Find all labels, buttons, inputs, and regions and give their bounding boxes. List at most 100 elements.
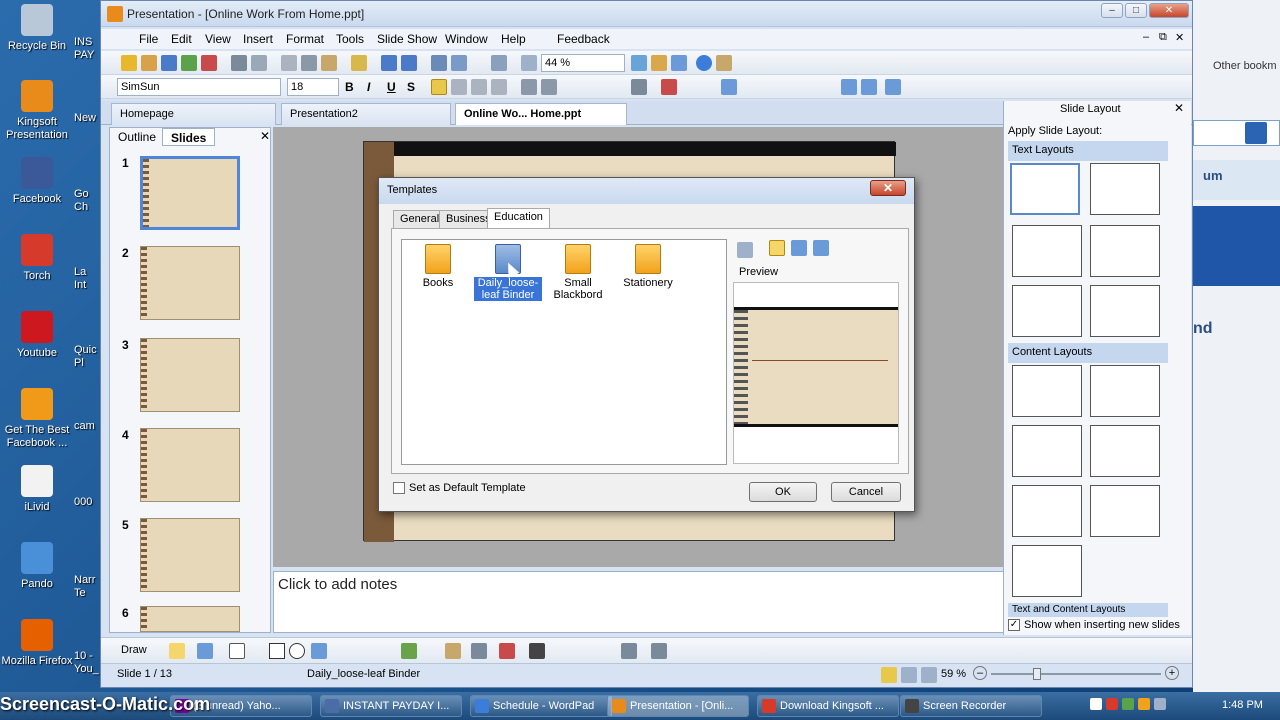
open-icon[interactable] xyxy=(141,55,157,71)
cut-icon[interactable] xyxy=(301,55,317,71)
new-slide-icon[interactable] xyxy=(841,79,857,95)
desktop-icon-partial[interactable]: New xyxy=(74,112,100,125)
align-center-icon[interactable] xyxy=(451,79,467,95)
menu-file[interactable]: File xyxy=(139,32,158,46)
table-icon[interactable] xyxy=(451,55,467,71)
rectangle-icon[interactable] xyxy=(269,643,285,659)
undo-icon[interactable] xyxy=(381,55,397,71)
taskbar-item[interactable]: Schedule - WordPad xyxy=(470,695,612,717)
desktop-icon[interactable]: Recycle Bin xyxy=(0,4,74,53)
slide-thumbnail-4[interactable] xyxy=(140,428,240,502)
font-color-icon[interactable] xyxy=(661,79,677,95)
tab-presentation2[interactable]: Presentation2 xyxy=(281,103,451,125)
underline-button[interactable]: U xyxy=(387,80,396,94)
title-bar[interactable]: Presentation - [Online Work From Home.pp… xyxy=(101,1,1192,27)
layout-title-two-content[interactable] xyxy=(1090,485,1160,537)
tab-homepage[interactable]: Homepage xyxy=(111,103,276,125)
tab-outline[interactable]: Outline xyxy=(110,128,164,146)
desktop-icon[interactable]: Facebook xyxy=(0,157,74,206)
list-view-icon[interactable] xyxy=(791,240,807,256)
slide-design-icon[interactable] xyxy=(885,79,901,95)
section-text-content-layouts[interactable]: Text and Content Layouts xyxy=(1008,603,1168,617)
picture-icon[interactable] xyxy=(401,643,417,659)
textbox-icon[interactable] xyxy=(311,643,327,659)
shadow-style-icon[interactable] xyxy=(621,643,637,659)
layout-title-slide[interactable] xyxy=(1010,163,1080,215)
line-icon[interactable] xyxy=(229,643,245,659)
doc-minimize-button[interactable]: – xyxy=(1143,31,1149,43)
print-icon[interactable] xyxy=(231,55,247,71)
layout-content[interactable] xyxy=(1090,365,1160,417)
3d-style-icon[interactable] xyxy=(651,643,667,659)
desktop-icon-partial[interactable]: 10 - You_ xyxy=(74,650,100,676)
layout-four-content[interactable] xyxy=(1012,485,1082,537)
zoom-in-button[interactable]: + xyxy=(1165,666,1179,680)
slide-thumbnail-5[interactable] xyxy=(140,518,240,592)
desktop-icon-partial[interactable]: Go Ch xyxy=(74,188,100,214)
redo-icon[interactable] xyxy=(401,55,417,71)
tray-icon[interactable] xyxy=(1122,698,1134,710)
taskbar-item[interactable]: Screen Recorder xyxy=(900,695,1042,717)
desktop-icon[interactable]: Get The Best Facebook ... xyxy=(0,388,74,450)
copy-icon[interactable] xyxy=(281,55,297,71)
paste-icon[interactable] xyxy=(321,55,337,71)
default-template-checkbox[interactable] xyxy=(393,482,405,494)
taskbar-item[interactable]: Presentation - [Onli... xyxy=(607,695,749,717)
volume-icon[interactable] xyxy=(1154,698,1166,710)
slide-layout-icon[interactable] xyxy=(861,79,877,95)
menu-feedback[interactable]: Feedback xyxy=(557,32,610,46)
doc-close-button[interactable]: ✕ xyxy=(1175,31,1184,44)
layout-two-content[interactable] xyxy=(1090,425,1160,477)
section-text-layouts[interactable]: Text Layouts xyxy=(1008,141,1168,161)
home-icon[interactable] xyxy=(651,55,667,71)
zoom-slider[interactable] xyxy=(991,673,1161,675)
clock[interactable]: 1:48 PM xyxy=(1222,699,1263,711)
zoom-out-button[interactable]: – xyxy=(973,666,987,680)
layout-title-content[interactable] xyxy=(1012,425,1082,477)
menu-insert[interactable]: Insert xyxy=(243,32,273,46)
tray-icon[interactable] xyxy=(1090,698,1102,710)
font-grow-icon[interactable] xyxy=(631,79,647,95)
desktop-icon[interactable]: Torch xyxy=(0,234,74,283)
notes-pane[interactable]: Click to add notes xyxy=(273,571,1093,633)
taskbar-item[interactable]: Download Kingsoft ... xyxy=(757,695,899,717)
menu-slide-show[interactable]: Slide Show xyxy=(377,32,437,46)
tab-slides[interactable]: Slides xyxy=(162,128,216,146)
template-stationery[interactable]: Stationery xyxy=(614,244,682,289)
section-content-layouts[interactable]: Content Layouts xyxy=(1008,343,1168,363)
line-color-icon[interactable] xyxy=(471,643,487,659)
dialog-title-bar[interactable]: Templates ✕ xyxy=(379,178,914,204)
tab-education[interactable]: Education xyxy=(487,208,550,229)
pane-close-icon[interactable]: ✕ xyxy=(260,129,270,143)
desktop-icon-partial[interactable]: INS PAY xyxy=(74,36,100,62)
menu-help[interactable]: Help xyxy=(501,32,526,46)
menu-edit[interactable]: Edit xyxy=(171,32,192,46)
layout-six-content[interactable] xyxy=(1012,545,1082,597)
ellipse-icon[interactable] xyxy=(289,643,305,659)
menu-tools[interactable]: Tools xyxy=(336,32,364,46)
layout-title-only[interactable] xyxy=(1090,163,1160,215)
export-icon[interactable] xyxy=(181,55,197,71)
template-books[interactable]: Books xyxy=(404,244,472,289)
details-view-icon[interactable] xyxy=(813,240,829,256)
bold-button[interactable]: B xyxy=(345,80,354,94)
zoom-select[interactable]: 44 % xyxy=(541,54,625,72)
layout-blank[interactable] xyxy=(1012,365,1082,417)
print-preview-icon[interactable] xyxy=(251,55,267,71)
align-left-icon[interactable] xyxy=(431,79,447,95)
autoshape-icon[interactable] xyxy=(197,643,213,659)
maximize-button[interactable]: □ xyxy=(1125,3,1147,18)
desktop-icon-partial[interactable]: 000 xyxy=(74,496,100,509)
taskbar-item[interactable]: INSTANT PAYDAY I... xyxy=(320,695,462,717)
line-style-icon[interactable] xyxy=(529,643,545,659)
slide-thumbnail-6[interactable] xyxy=(140,606,240,632)
menu-window[interactable]: Window xyxy=(445,32,488,46)
numbering-icon[interactable] xyxy=(521,79,537,95)
shadow-button[interactable]: S xyxy=(407,80,415,94)
minimize-button[interactable]: – xyxy=(1101,3,1123,18)
pane-close-icon[interactable]: ✕ xyxy=(1174,101,1184,115)
doc-restore-button[interactable]: ⧉ xyxy=(1159,31,1167,44)
menu-view[interactable]: View xyxy=(205,32,231,46)
select-icon[interactable] xyxy=(169,643,185,659)
slideshow-view-icon[interactable] xyxy=(921,667,937,683)
